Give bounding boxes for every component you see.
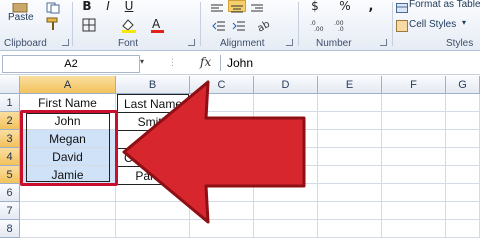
orientation-icon[interactable]: ab — [256, 19, 272, 35]
format-painter-icon[interactable] — [46, 17, 60, 31]
decrease-indent-icon[interactable] — [212, 19, 226, 31]
name-box-dropdown-icon[interactable]: ▾ — [140, 57, 144, 66]
copy-icon[interactable] — [46, 1, 60, 14]
borders-icon[interactable] — [82, 18, 96, 32]
separator — [72, 2, 73, 46]
align-left-icon[interactable] — [210, 0, 224, 12]
svg-text:A: A — [152, 17, 161, 31]
format-as-table-icon[interactable] — [396, 0, 408, 13]
underline-button[interactable]: U — [122, 0, 136, 13]
align-center-icon[interactable] — [228, 0, 246, 13]
font-launcher-icon[interactable] — [188, 39, 195, 46]
insert-function-icon[interactable]: fx — [200, 55, 211, 69]
font-color-icon[interactable]: A — [150, 17, 168, 33]
clipboard-launcher-icon[interactable] — [62, 39, 69, 46]
percent-button[interactable]: % — [338, 0, 352, 13]
separator — [298, 2, 299, 46]
ribbon: Paste Clipboard B I U A Font ab Alignmen… — [0, 0, 480, 51]
cell-styles-dropdown-icon[interactable]: ▾ — [462, 18, 466, 27]
fill-color-icon[interactable] — [120, 17, 140, 33]
worksheet-grid: A B C D E F G 1 2 3 4 5 6 7 8 First Name… — [0, 76, 480, 240]
cell-styles-button[interactable]: Cell Styles — [409, 19, 456, 30]
comma-button[interactable]: , — [366, 0, 376, 14]
clipboard-group-label: Clipboard — [4, 38, 47, 49]
align-right-icon[interactable] — [250, 0, 264, 12]
alignment-launcher-icon[interactable] — [286, 39, 293, 46]
formula-input[interactable]: John — [220, 55, 480, 71]
formula-bar-grip[interactable]: ⋮ — [168, 57, 177, 68]
number-launcher-icon[interactable] — [380, 39, 387, 46]
alignment-group-label: Alignment — [220, 38, 265, 49]
separator — [392, 2, 393, 46]
svg-text:.0: .0 — [338, 26, 344, 32]
increase-decimal-icon[interactable]: .0.00 — [310, 18, 328, 33]
italic-button[interactable]: I — [101, 0, 115, 13]
font-group-label: Font — [118, 38, 139, 49]
number-group-label: Number — [316, 38, 352, 49]
format-as-table-button[interactable]: Format as Table — [409, 0, 480, 10]
formula-bar: A2 ▾ ⋮ fx John — [0, 52, 480, 75]
cell-styles-icon[interactable] — [396, 19, 408, 32]
svg-text:ab: ab — [256, 20, 270, 32]
pointer-arrow — [122, 80, 306, 224]
increase-indent-icon[interactable] — [232, 19, 246, 31]
paste-button[interactable]: Paste — [8, 12, 34, 23]
paste-icon[interactable] — [10, 0, 30, 13]
bold-button[interactable]: B — [80, 0, 94, 13]
separator — [200, 2, 201, 46]
currency-button[interactable]: $ — [308, 0, 322, 13]
styles-group-label: Styles — [446, 38, 474, 49]
svg-text:.00: .00 — [314, 26, 324, 32]
decrease-decimal-icon[interactable]: .00.0 — [334, 18, 352, 33]
name-box[interactable]: A2 — [2, 55, 140, 73]
